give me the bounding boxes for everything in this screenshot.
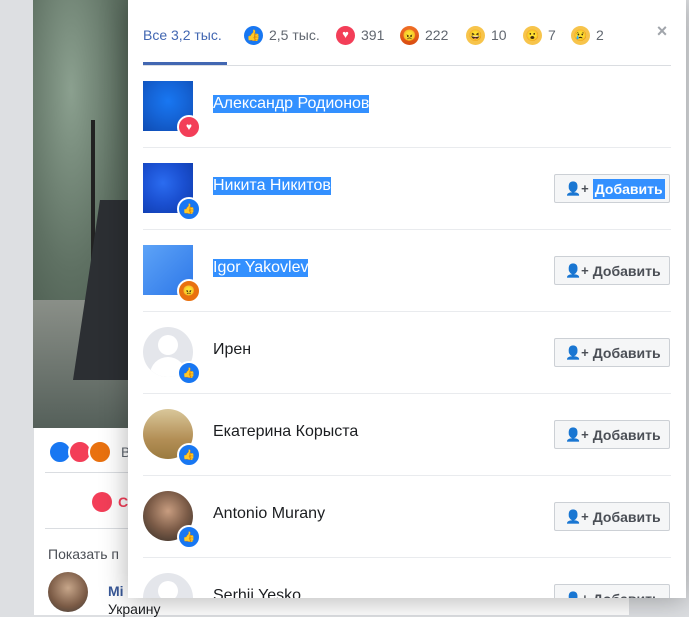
tab-haha[interactable]: 😆 10 (466, 22, 507, 48)
tab-sad-label: 2 (596, 27, 604, 43)
tab-all-label: Все 3,2 тыс. (143, 27, 222, 43)
tab-wow-label: 7 (548, 27, 556, 43)
like-icon: 👍 (244, 25, 263, 45)
person-name[interactable]: Никита Никитов (213, 177, 331, 195)
love-icon: ♥ (177, 115, 201, 139)
tab-like[interactable]: 👍 2,5 тыс. (244, 22, 320, 48)
list-item: 👍 Ирен 👤+ Добавить (143, 312, 671, 394)
avatar[interactable] (143, 573, 193, 598)
angry-icon: 😠 (177, 279, 201, 303)
reactors-list: ♥ Александр Родионов 👍 Никита Никитов 👤+… (143, 66, 671, 598)
tab-all[interactable]: Все 3,2 тыс. (143, 22, 222, 48)
angry-icon (88, 440, 112, 464)
add-friend-icon: 👤+ (565, 426, 589, 442)
commenter-name[interactable]: Mi (108, 583, 124, 599)
haha-icon: 😆 (466, 25, 485, 45)
angry-icon: 😠 (400, 25, 419, 45)
avatar[interactable] (48, 572, 88, 612)
tab-wow[interactable]: 😮 7 (523, 22, 556, 48)
person-name[interactable]: Antonio Murany (213, 505, 325, 523)
list-item: 👍 Antonio Murany 👤+ Добавить (143, 476, 671, 558)
tab-angry-label: 222 (425, 27, 449, 43)
add-friend-button[interactable]: 👤+ Добавить (554, 174, 670, 203)
love-button-label[interactable]: С (118, 494, 128, 510)
person-name[interactable]: Serhii Yesko (213, 587, 301, 598)
add-friend-label: Добавить (592, 262, 661, 279)
add-friend-button[interactable]: 👤+ Добавить (554, 420, 670, 449)
like-icon: 👍 (177, 443, 201, 467)
post-reaction-icons[interactable] (48, 440, 112, 464)
person-name[interactable]: Igor Yakovlev (213, 259, 309, 277)
add-friend-label: Добавить (592, 426, 661, 443)
add-friend-label: Добавить (592, 508, 661, 525)
add-friend-icon: 👤+ (565, 590, 589, 599)
tab-haha-label: 10 (491, 27, 507, 43)
add-friend-label: Добавить (592, 344, 661, 361)
add-friend-icon: 👤+ (565, 508, 589, 524)
tab-sad[interactable]: 😢 2 (571, 22, 604, 48)
add-friend-button[interactable]: 👤+ Добавить (554, 256, 670, 285)
love-icon[interactable] (92, 492, 112, 512)
add-friend-label: Добавить (592, 178, 665, 199)
add-friend-button[interactable]: 👤+ Добавить (554, 502, 670, 531)
person-name[interactable]: Ирен (213, 341, 251, 359)
reaction-tabs: Все 3,2 тыс. 👍 2,5 тыс. ♥ 391 😠 222 😆 10… (128, 0, 686, 66)
list-item: 👍 Serhii Yesko 👤+ Добавить (143, 558, 671, 598)
add-friend-button[interactable]: 👤+ Добавить (554, 584, 670, 598)
add-friend-label: Добавить (593, 591, 661, 599)
list-item: 👍 Екатерина Корыста 👤+ Добавить (143, 394, 671, 476)
like-icon: 👍 (177, 525, 201, 549)
love-icon: ♥ (336, 25, 355, 45)
like-icon: 👍 (177, 361, 201, 385)
sad-icon: 😢 (571, 25, 590, 45)
add-friend-icon: 👤+ (565, 344, 589, 360)
like-icon: 👍 (177, 197, 201, 221)
show-comments-link[interactable]: Показать п (48, 546, 119, 562)
person-name[interactable]: Екатерина Корыста (213, 423, 358, 441)
wow-icon: 😮 (523, 25, 542, 45)
list-item: ♥ Александр Родионов (143, 66, 671, 148)
tab-like-label: 2,5 тыс. (269, 27, 320, 43)
add-friend-icon: 👤+ (565, 180, 589, 196)
add-friend-button[interactable]: 👤+ Добавить (554, 338, 670, 367)
close-icon[interactable]: × (653, 22, 671, 40)
tab-angry[interactable]: 😠 222 (400, 22, 448, 48)
reactions-dialog: Все 3,2 тыс. 👍 2,5 тыс. ♥ 391 😠 222 😆 10… (128, 0, 686, 598)
list-item: 👍 Никита Никитов 👤+ Добавить (143, 148, 671, 230)
tab-love[interactable]: ♥ 391 (336, 22, 384, 48)
person-name[interactable]: Александр Родионов (213, 95, 370, 113)
add-friend-icon: 👤+ (565, 262, 589, 278)
tab-love-label: 391 (361, 27, 385, 43)
list-item: 😠 Igor Yakovlev 👤+ Добавить (143, 230, 671, 312)
